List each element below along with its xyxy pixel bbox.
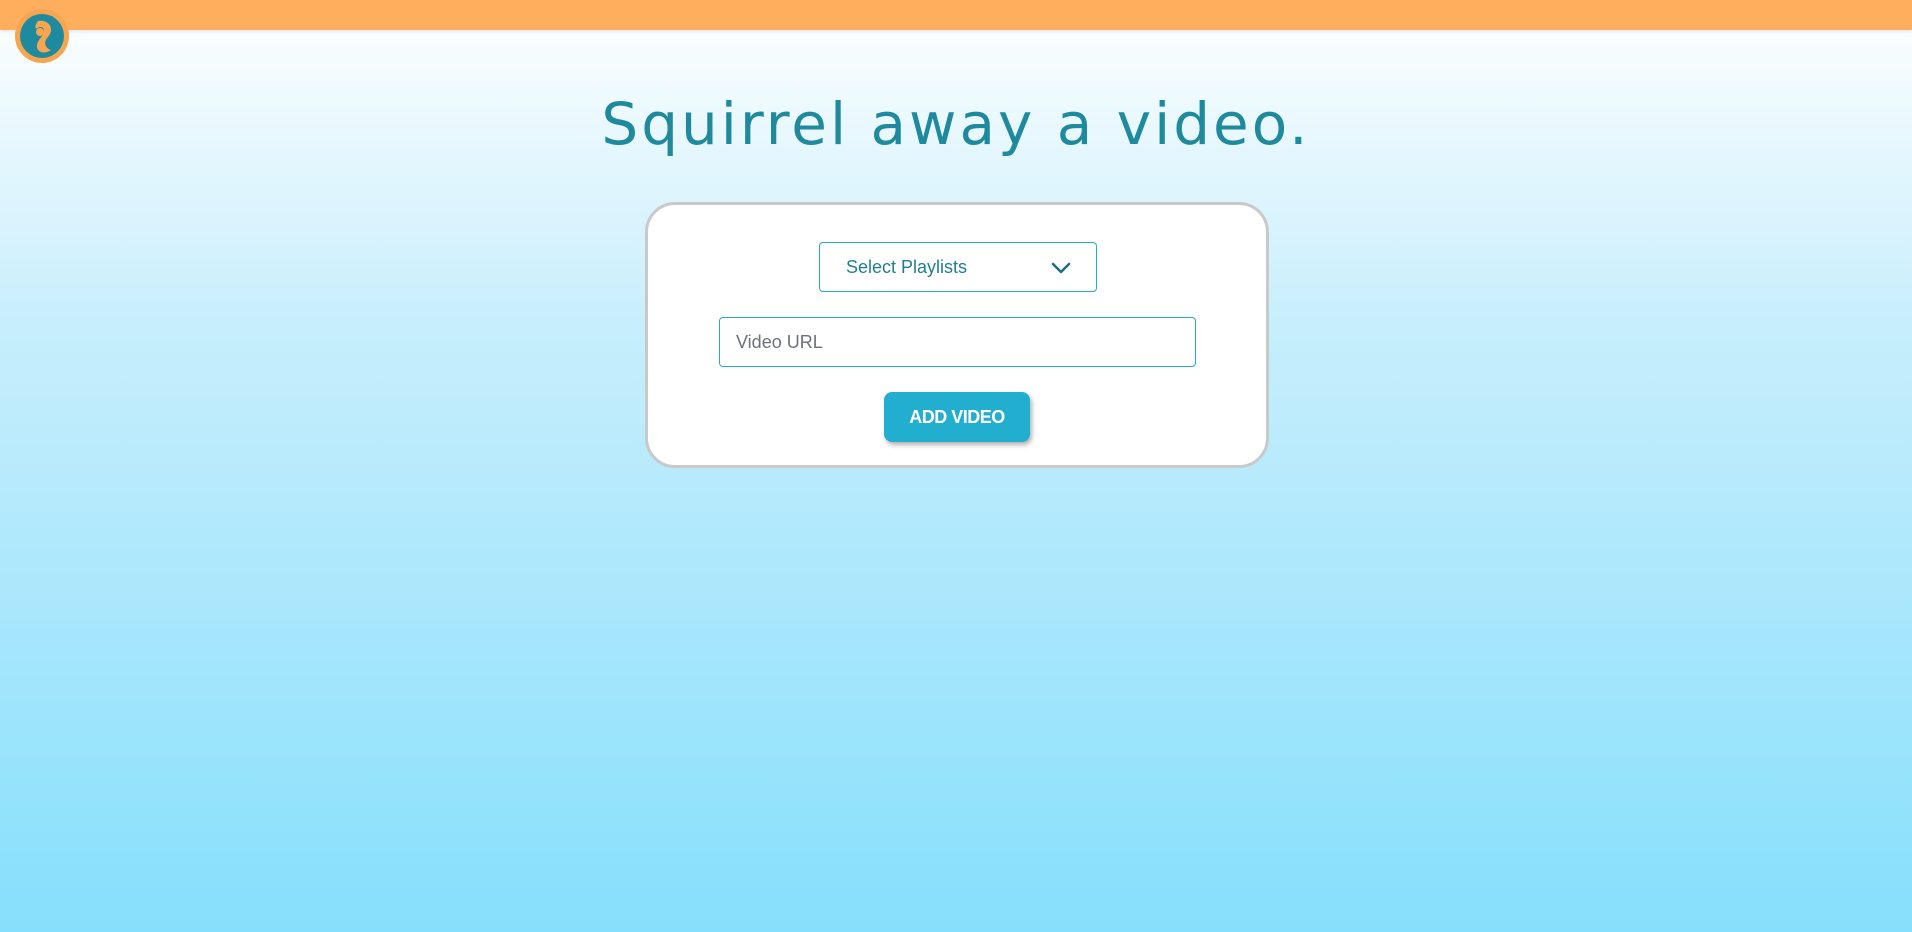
add-video-card: Select Playlists ADD VIDEO [645,202,1269,468]
playlist-select[interactable]: Select Playlists [819,242,1097,292]
squirrel-logo-icon[interactable] [14,8,70,64]
top-bar [0,0,1912,30]
add-video-button[interactable]: ADD VIDEO [884,392,1030,442]
video-url-input[interactable] [719,317,1196,367]
chevron-down-icon [1051,262,1071,274]
logo-svg [15,9,69,63]
playlist-select-label: Select Playlists [846,256,968,277]
page-title: Squirrel away a video. [601,90,1311,158]
